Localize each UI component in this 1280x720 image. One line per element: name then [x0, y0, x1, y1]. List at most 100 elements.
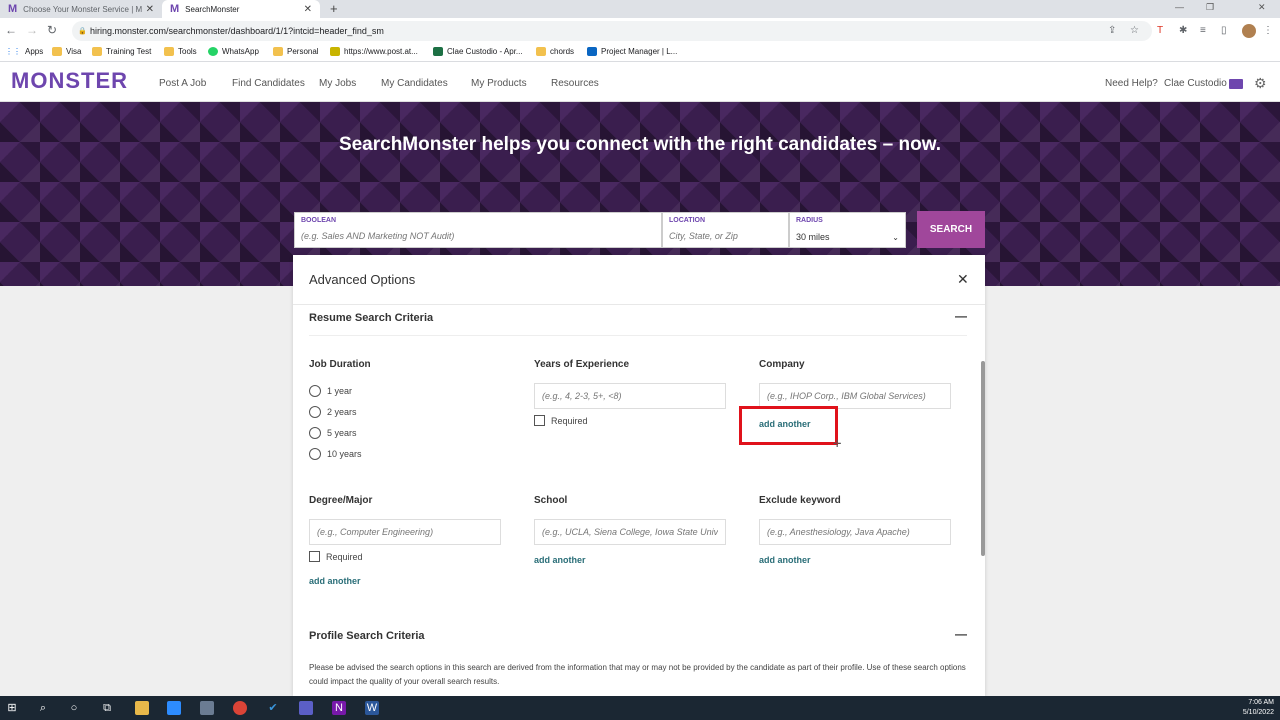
star-icon[interactable]: ☆ [1130, 25, 1139, 36]
years-required-checkbox[interactable]: Required [534, 415, 588, 426]
radio-10-years[interactable]: 10 years [309, 448, 362, 460]
extension-icon[interactable]: T [1157, 25, 1163, 36]
share-icon[interactable]: ⇪ [1108, 25, 1116, 36]
exclude-add-another-link[interactable]: add another [759, 555, 811, 565]
zoom-icon[interactable] [167, 701, 181, 715]
radio-icon[interactable] [309, 406, 321, 418]
radius-select[interactable]: RADIUS 30 miles ⌄ [789, 212, 906, 248]
degree-add-another-link[interactable]: add another [309, 576, 361, 586]
nav-resources[interactable]: Resources [551, 78, 599, 89]
close-icon[interactable]: ✕ [146, 4, 154, 15]
years-experience-input[interactable] [535, 384, 725, 408]
bookmark-label: Training Test [106, 47, 152, 56]
file-explorer-icon[interactable] [135, 701, 149, 715]
bookmark-post[interactable]: https://www.post.at... [330, 47, 418, 56]
scrollbar[interactable] [981, 361, 985, 556]
back-icon[interactable]: ← [5, 23, 17, 37]
bookmark-label: https://www.post.at... [344, 47, 418, 56]
exclude-keyword-input[interactable] [760, 520, 950, 544]
app-icon[interactable] [200, 701, 214, 715]
onenote-icon[interactable]: N [332, 701, 346, 715]
school-add-another-link[interactable]: add another [534, 555, 586, 565]
chrome-icon[interactable] [233, 701, 247, 715]
url-field[interactable]: 🔒 hiring.monster.com/searchmonster/dashb… [72, 21, 1152, 41]
boolean-field[interactable]: BOOLEAN [294, 212, 662, 248]
collapse-icon[interactable]: — [955, 309, 967, 323]
todo-icon[interactable]: ✔ [266, 701, 280, 715]
location-label: LOCATION [669, 217, 706, 224]
location-input[interactable] [669, 231, 782, 241]
radio-label: 5 years [327, 428, 357, 438]
bookmark-visa[interactable]: Visa [52, 47, 81, 56]
bookmark-label: Apps [25, 47, 44, 56]
exclude-keyword-field[interactable] [759, 519, 951, 545]
radio-icon[interactable] [309, 448, 321, 460]
close-window-icon[interactable]: ✕ [1258, 2, 1266, 13]
profile-avatar[interactable] [1242, 24, 1256, 38]
puzzle-icon[interactable]: ✱ [1179, 25, 1187, 36]
menu-icon[interactable]: ⋮ [1263, 25, 1273, 36]
radio-icon[interactable] [309, 385, 321, 397]
company-input[interactable] [760, 384, 950, 408]
reload-icon[interactable]: ↻ [47, 23, 57, 37]
degree-major-field[interactable] [309, 519, 501, 545]
word-icon[interactable]: W [365, 701, 379, 715]
degree-major-input[interactable] [310, 520, 500, 544]
radio-2-years[interactable]: 2 years [309, 406, 357, 418]
bookmark-apps[interactable]: ⋮⋮ Apps [5, 47, 43, 56]
school-input[interactable] [535, 520, 725, 544]
system-clock[interactable]: 7:06 AM 5/10/2022 [1243, 698, 1274, 718]
nav-my-jobs[interactable]: My Jobs [319, 78, 356, 89]
bookmark-tools[interactable]: Tools [164, 47, 197, 56]
chevron-down-icon: ⌄ [892, 233, 899, 242]
collapse-icon[interactable]: — [955, 627, 967, 641]
resume-section-title[interactable]: Resume Search Criteria [309, 312, 433, 324]
tab-searchmonster[interactable]: M SearchMonster ✕ [162, 0, 320, 18]
forward-icon[interactable]: → [26, 23, 38, 37]
teams-icon[interactable] [299, 701, 313, 715]
radio-5-years[interactable]: 5 years [309, 427, 357, 439]
folder-icon [273, 47, 283, 56]
profile-section-title[interactable]: Profile Search Criteria [309, 630, 425, 642]
radio-label: 10 years [327, 449, 362, 459]
bookmark-whatsapp[interactable]: WhatsApp [208, 47, 259, 56]
years-experience-label: Years of Experience [534, 359, 630, 370]
search-button[interactable]: SEARCH [917, 211, 985, 248]
widgets-icon[interactable]: ⧉ [100, 701, 114, 715]
sidepanel-icon[interactable]: ▯ [1221, 25, 1227, 36]
bookmark-chords[interactable]: chords [536, 47, 574, 56]
bookmark-training-test[interactable]: Training Test [92, 47, 151, 56]
tab-title: Choose Your Monster Service | M [23, 4, 143, 14]
user-name[interactable]: Clae Custodio [1164, 78, 1227, 89]
minimize-icon[interactable]: — [1175, 2, 1184, 12]
mail-icon[interactable] [1229, 79, 1243, 89]
checkbox-icon[interactable] [534, 415, 545, 426]
nav-find-candidates[interactable]: Find Candidates [232, 78, 305, 89]
school-field[interactable] [534, 519, 726, 545]
search-icon[interactable]: ⌕ [36, 701, 50, 715]
new-tab-icon[interactable]: + [330, 1, 338, 16]
nav-my-candidates[interactable]: My Candidates [381, 78, 448, 89]
radio-1-year[interactable]: 1 year [309, 385, 352, 397]
nav-post-a-job[interactable]: Post A Job [159, 78, 206, 89]
nav-my-products[interactable]: My Products [471, 78, 527, 89]
bookmark-personal[interactable]: Personal [273, 47, 319, 56]
task-view-icon[interactable]: ○ [67, 701, 81, 715]
tab-choose-service[interactable]: M Choose Your Monster Service | M ✕ [0, 0, 162, 18]
windows-start-icon[interactable]: ⊞ [5, 701, 19, 715]
location-field[interactable]: LOCATION [662, 212, 789, 248]
need-help-link[interactable]: Need Help? [1105, 78, 1158, 89]
gear-icon[interactable]: ⚙ [1254, 75, 1267, 92]
radio-icon[interactable] [309, 427, 321, 439]
checkbox-icon[interactable] [309, 551, 320, 562]
close-icon[interactable]: ✕ [957, 271, 969, 288]
monster-logo[interactable]: MONSTER [11, 68, 128, 94]
boolean-input[interactable] [301, 231, 631, 241]
bookmark-linkedin[interactable]: Project Manager | L... [587, 47, 677, 56]
close-icon[interactable]: ✕ [304, 4, 312, 15]
years-experience-field[interactable] [534, 383, 726, 409]
restore-icon[interactable]: ❐ [1206, 2, 1214, 13]
bookmark-clae[interactable]: Clae Custodio - Apr... [433, 47, 523, 56]
playlist-icon[interactable]: ≡ [1200, 25, 1206, 36]
degree-required-checkbox[interactable]: Required [309, 551, 363, 562]
